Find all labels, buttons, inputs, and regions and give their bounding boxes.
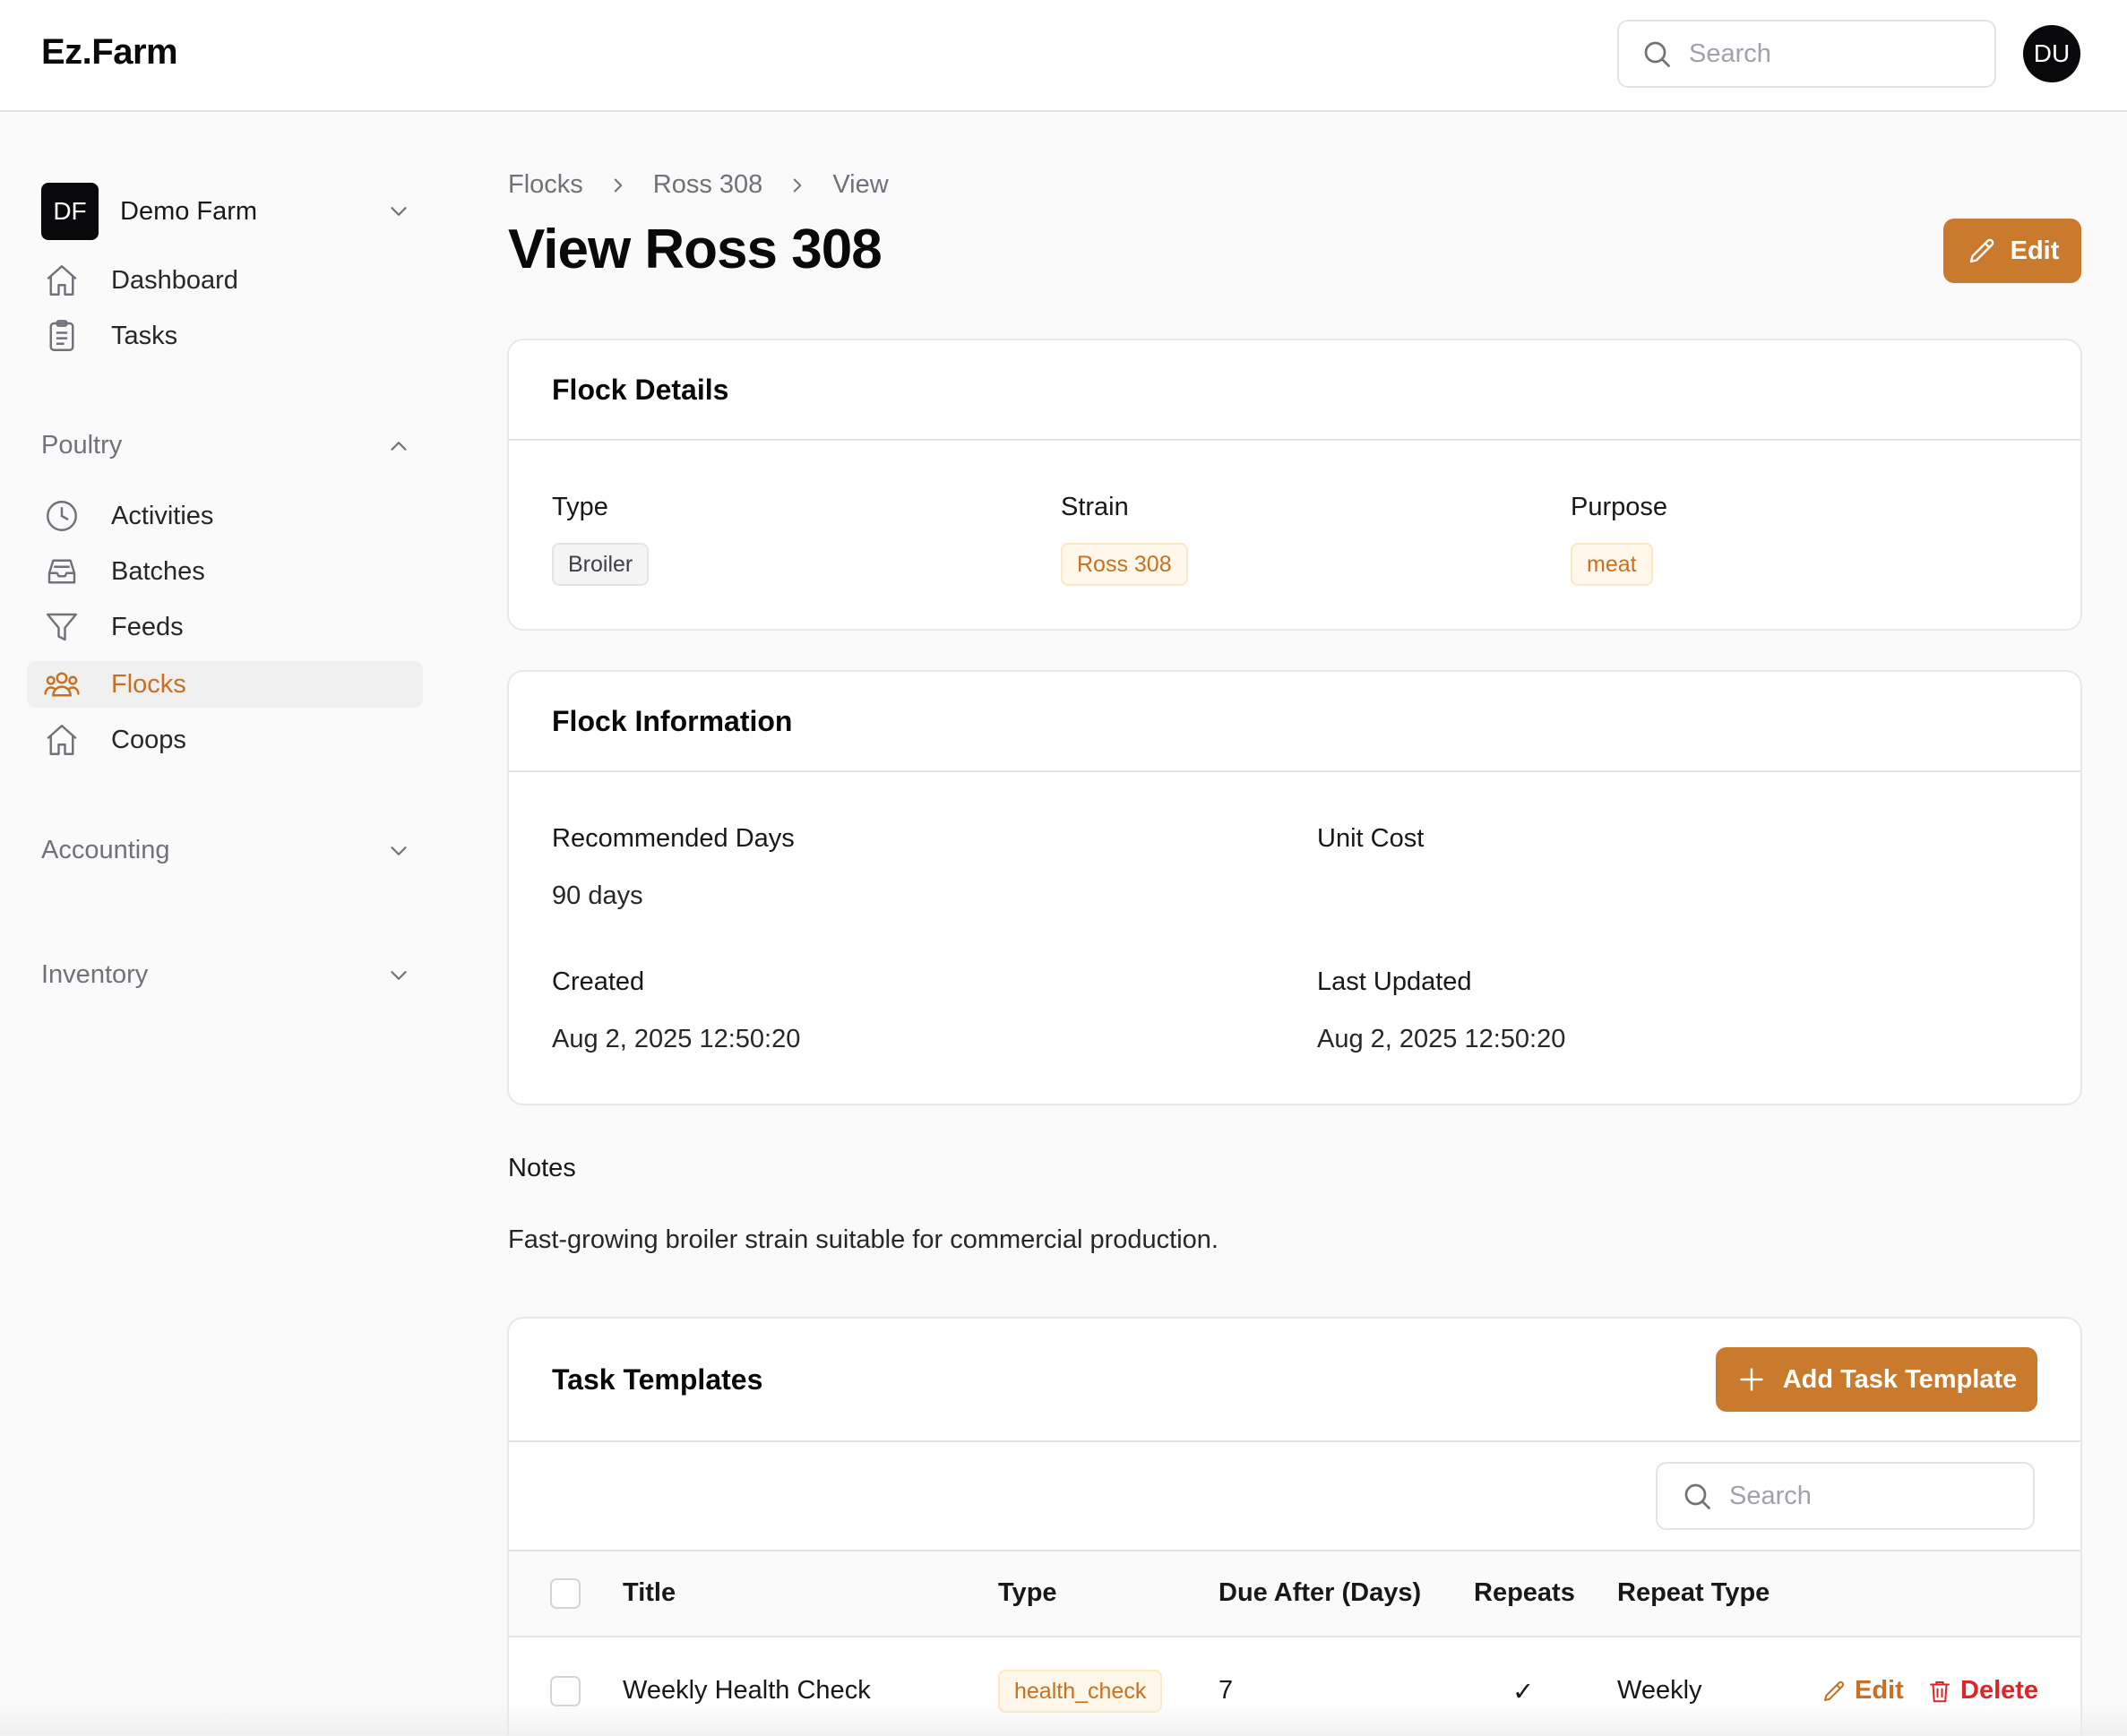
- notes-text: Fast-growing broiler strain suitable for…: [508, 1225, 1219, 1254]
- sidebar-item-coops[interactable]: Coops: [27, 717, 423, 763]
- row-repeats-check-icon: ✓: [1512, 1678, 1535, 1706]
- section-title: Accounting: [41, 836, 170, 864]
- table-search[interactable]: [1656, 1462, 2035, 1530]
- select-all-checkbox[interactable]: [550, 1578, 581, 1609]
- sidebar-item-label: Feeds: [111, 612, 184, 641]
- chevron-down-icon: [391, 207, 407, 216]
- row-due-after: 7: [1219, 1676, 1234, 1705]
- breadcrumb-flocks[interactable]: Flocks: [508, 170, 583, 200]
- global-search[interactable]: [1617, 20, 1996, 88]
- row-edit-label: Edit: [1855, 1676, 1904, 1705]
- table-search-input[interactable]: [1729, 1481, 2016, 1511]
- sidebar-item-flocks[interactable]: Flocks: [27, 661, 423, 708]
- strain-label: Strain: [1061, 493, 1129, 521]
- chevron-up-icon: [391, 441, 407, 451]
- row-type-badge: health_check: [998, 1670, 1163, 1713]
- farm-name: Demo Farm: [120, 196, 258, 226]
- column-header-type[interactable]: Type: [998, 1578, 1057, 1608]
- home-icon: [47, 265, 77, 296]
- strain-badge: Ross 308: [1061, 543, 1188, 586]
- sidebar-item-tasks[interactable]: Tasks: [27, 313, 423, 359]
- card-title: Flock Information: [509, 672, 2080, 772]
- unit-cost-label: Unit Cost: [1317, 824, 1425, 853]
- flock-details-card: Flock Details Type Broiler Strain Ross 3…: [507, 339, 2082, 631]
- row-title: Weekly Health Check: [623, 1676, 871, 1705]
- chevron-right-icon: [614, 178, 623, 192]
- inbox-icon: [47, 559, 76, 584]
- type-badge: Broiler: [552, 543, 650, 586]
- row-edit-button[interactable]: Edit: [1821, 1676, 1904, 1706]
- sidebar-item-dashboard[interactable]: Dashboard: [27, 257, 423, 304]
- column-header-repeats[interactable]: Repeats: [1474, 1578, 1575, 1608]
- column-header-repeat-type[interactable]: Repeat Type: [1617, 1578, 1770, 1608]
- clock-icon: [47, 501, 77, 531]
- plus-icon: [1740, 1368, 1763, 1391]
- sidebar-item-feeds[interactable]: Feeds: [27, 604, 423, 650]
- sidebar-item-label: Dashboard: [111, 265, 238, 295]
- page-title: View Ross 308: [508, 219, 883, 280]
- row-checkbox[interactable]: [550, 1676, 581, 1706]
- funnel-icon: [47, 613, 77, 641]
- top-bar: Ez.Farm DU: [0, 0, 2127, 112]
- column-header-due-after[interactable]: Due After (Days): [1219, 1578, 1421, 1608]
- edit-button-label: Edit: [2010, 236, 2060, 265]
- sidebar-item-label: Activities: [111, 501, 214, 530]
- section-title: Inventory: [41, 960, 149, 989]
- purpose-label: Purpose: [1571, 493, 1668, 521]
- add-task-template-button[interactable]: Add Task Template: [1716, 1347, 2037, 1412]
- recommended-days-value: 90 days: [552, 881, 643, 910]
- column-header-title[interactable]: Title: [623, 1578, 676, 1608]
- sidebar-item-label: Coops: [111, 725, 186, 754]
- pencil-icon: [1824, 1680, 1845, 1701]
- add-task-template-label: Add Task Template: [1782, 1364, 2018, 1394]
- row-repeat-type: Weekly: [1617, 1676, 1702, 1705]
- sidebar-section-accounting[interactable]: Accounting: [41, 836, 412, 865]
- sidebar-item-label: Flocks: [111, 669, 186, 699]
- user-avatar[interactable]: DU: [2023, 25, 2080, 82]
- trash-icon: [1930, 1680, 1950, 1702]
- search-icon: [1644, 41, 1670, 67]
- created-value: Aug 2, 2025 12:50:20: [552, 1025, 801, 1053]
- home-icon: [47, 725, 77, 755]
- users-icon: [44, 672, 80, 697]
- farm-switcher[interactable]: DF Demo Farm: [41, 183, 412, 240]
- task-templates-card: Task Templates Add Task Template Title T…: [507, 1317, 2082, 1736]
- sidebar-item-activities[interactable]: Activities: [27, 493, 423, 539]
- sidebar-item-label: Batches: [111, 556, 205, 586]
- breadcrumb-ross-308[interactable]: Ross 308: [653, 170, 763, 200]
- pencil-icon: [1969, 238, 1994, 263]
- sidebar-item-label: Tasks: [111, 321, 178, 350]
- search-icon: [1684, 1483, 1710, 1509]
- farm-badge: DF: [41, 183, 99, 240]
- purpose-badge: meat: [1571, 543, 1653, 586]
- breadcrumb: Flocks Ross 308 View: [508, 170, 889, 200]
- section-title: Poultry: [41, 431, 123, 460]
- recommended-days-label: Recommended Days: [552, 824, 795, 853]
- last-updated-label: Last Updated: [1317, 967, 1472, 996]
- card-title: Flock Details: [509, 340, 2080, 441]
- table-header: Title Type Due After (Days) Repeats Repe…: [509, 1550, 2080, 1637]
- last-updated-value: Aug 2, 2025 12:50:20: [1317, 1025, 1566, 1053]
- edit-button[interactable]: Edit: [1943, 219, 2081, 283]
- chevron-right-icon: [794, 178, 802, 192]
- chevron-down-icon: [391, 970, 407, 980]
- row-delete-button[interactable]: Delete: [1926, 1676, 2038, 1706]
- breadcrumb-view: View: [832, 170, 889, 199]
- created-label: Created: [552, 967, 645, 996]
- sidebar-section-poultry[interactable]: Poultry: [41, 431, 412, 460]
- type-label: Type: [552, 493, 608, 521]
- sidebar-section-inventory[interactable]: Inventory: [41, 960, 412, 990]
- row-delete-label: Delete: [1960, 1676, 2039, 1705]
- global-search-input[interactable]: [1689, 39, 1976, 69]
- notes-label: Notes: [508, 1154, 576, 1182]
- flock-information-card: Flock Information Recommended Days 90 da…: [507, 670, 2082, 1105]
- brand-logo[interactable]: Ez.Farm: [41, 32, 178, 73]
- clipboard-icon: [49, 320, 74, 351]
- sidebar-item-batches[interactable]: Batches: [27, 548, 423, 595]
- chevron-down-icon: [391, 846, 407, 855]
